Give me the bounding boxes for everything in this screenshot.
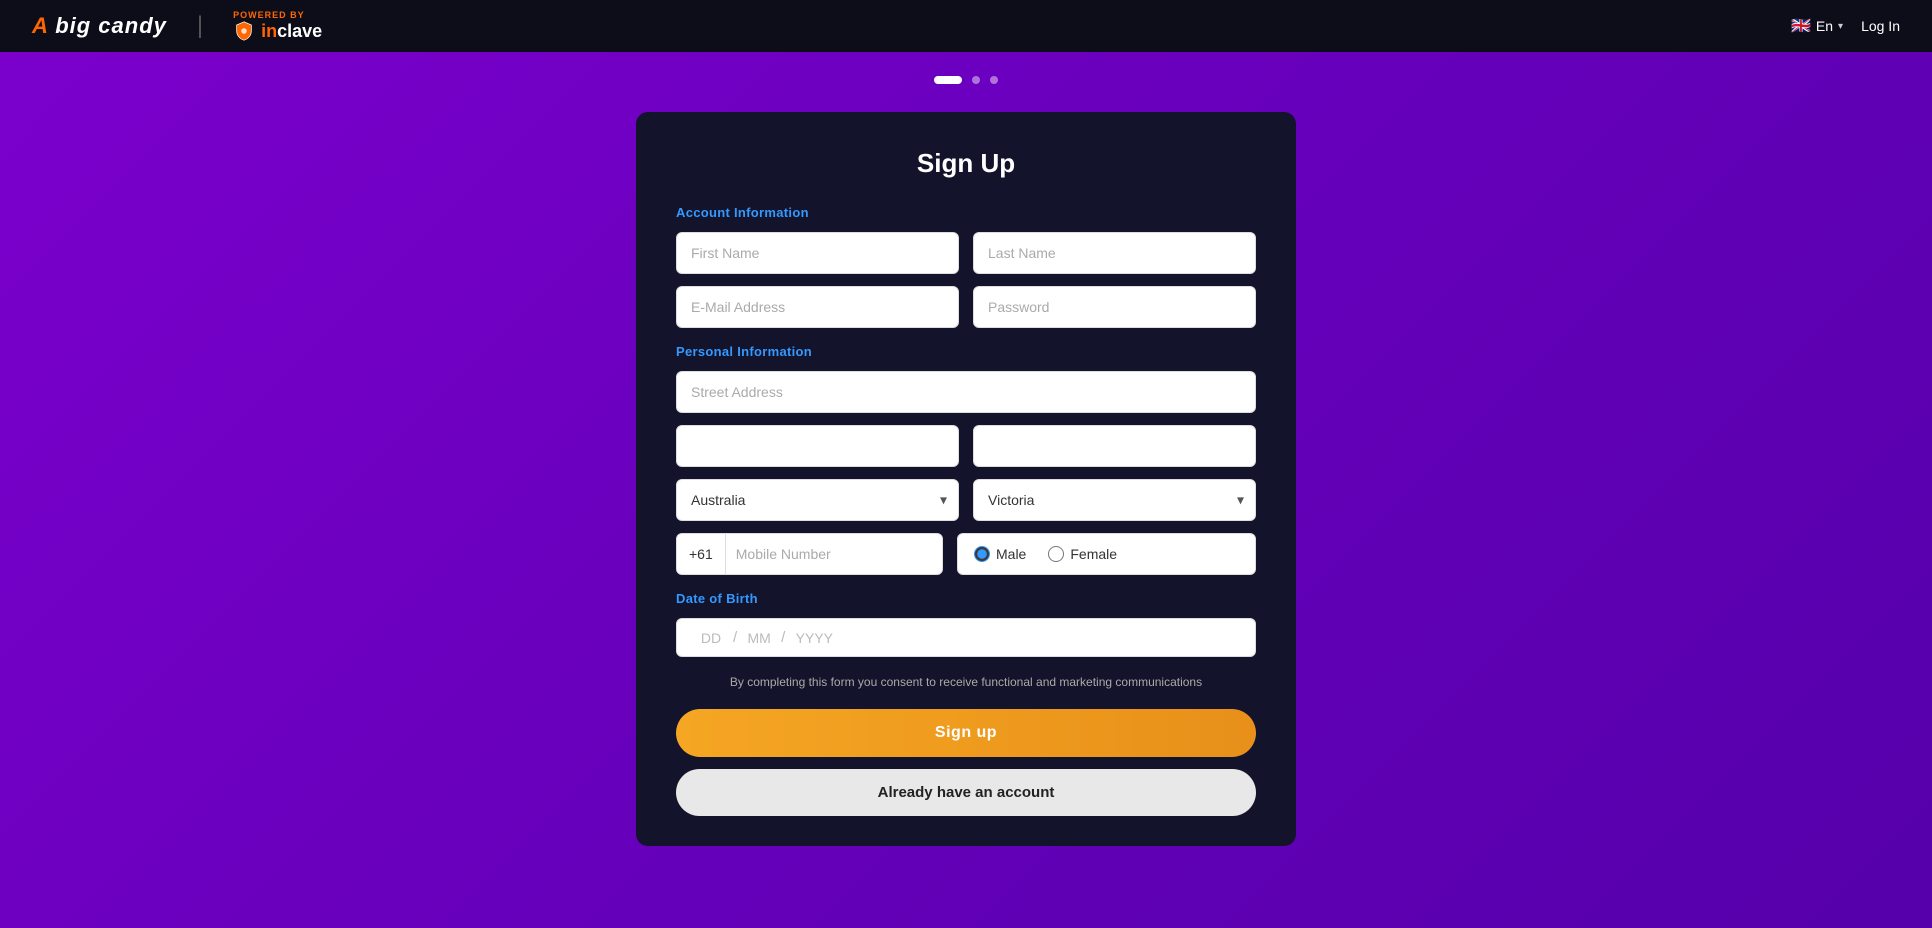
- navbar-right: 🇬🇧 En ▾ Log In: [1791, 16, 1900, 36]
- dob-label: Date of Birth: [676, 591, 1256, 606]
- personal-info-section: Personal Information Melbourne 3207 Aust…: [676, 344, 1256, 575]
- brand-logo: A big candy: [32, 13, 167, 39]
- inclave-text: inclave: [261, 21, 322, 42]
- stepper: [934, 76, 998, 84]
- lang-chevron-icon: ▾: [1838, 21, 1843, 32]
- email-input[interactable]: [676, 286, 959, 328]
- signup-button[interactable]: Sign up: [676, 709, 1256, 757]
- inclave-brand: inclave: [233, 20, 322, 42]
- powered-by: Powered by inclave: [233, 10, 322, 42]
- name-row: [676, 232, 1256, 274]
- postcode-input[interactable]: 3207: [973, 425, 1256, 467]
- brand-name: A big candy: [32, 13, 167, 39]
- main-content: Sign Up Account Information Personal Inf…: [0, 52, 1932, 928]
- gender-female-radio[interactable]: [1048, 546, 1064, 562]
- country-wrapper: Australia New Zealand United Kingdom Uni…: [676, 479, 959, 521]
- nav-divider: |: [197, 12, 203, 40]
- city-postcode-row: Melbourne 3207: [676, 425, 1256, 467]
- last-name-input[interactable]: [973, 232, 1256, 274]
- dob-year-input[interactable]: [789, 630, 839, 646]
- dob-wrapper: / /: [676, 618, 1256, 657]
- state-wrapper: Victoria New South Wales Queensland West…: [973, 479, 1256, 521]
- navbar: A big candy | Powered by inclave 🇬🇧 En: [0, 0, 1932, 52]
- state-select[interactable]: Victoria New South Wales Queensland West…: [973, 479, 1256, 521]
- form-title: Sign Up: [676, 148, 1256, 179]
- dob-sep-1: /: [733, 629, 737, 646]
- inclave-shield-icon: [233, 20, 255, 42]
- gender-female-text: Female: [1070, 546, 1117, 562]
- dob-sep-2: /: [781, 629, 785, 646]
- city-input[interactable]: Melbourne: [676, 425, 959, 467]
- dob-section: Date of Birth / /: [676, 591, 1256, 657]
- gender-group: Male Female: [957, 533, 1256, 575]
- dob-day-input[interactable]: [693, 630, 729, 646]
- step-dot-2: [972, 76, 980, 84]
- powered-by-label: Powered by: [233, 10, 305, 20]
- account-info-section: Account Information: [676, 205, 1256, 328]
- account-info-label: Account Information: [676, 205, 1256, 220]
- personal-info-label: Personal Information: [676, 344, 1256, 359]
- phone-prefix: +61: [677, 534, 726, 574]
- phone-gender-row: +61 Male Female: [676, 533, 1256, 575]
- step-dot-1: [934, 76, 962, 84]
- lang-label: En: [1816, 18, 1833, 34]
- signup-form-card: Sign Up Account Information Personal Inf…: [636, 112, 1296, 846]
- language-selector[interactable]: 🇬🇧 En ▾: [1791, 16, 1843, 36]
- gender-male-radio[interactable]: [974, 546, 990, 562]
- country-state-row: Australia New Zealand United Kingdom Uni…: [676, 479, 1256, 521]
- street-address-input[interactable]: [676, 371, 1256, 413]
- flag-icon: 🇬🇧: [1791, 16, 1811, 36]
- gender-female-label[interactable]: Female: [1048, 546, 1117, 562]
- phone-input[interactable]: [726, 534, 942, 574]
- phone-wrapper: +61: [676, 533, 943, 575]
- consent-text: By completing this form you consent to r…: [676, 673, 1256, 691]
- dob-month-input[interactable]: [741, 630, 777, 646]
- email-password-row: [676, 286, 1256, 328]
- have-account-button[interactable]: Already have an account: [676, 769, 1256, 816]
- first-name-input[interactable]: [676, 232, 959, 274]
- step-dot-3: [990, 76, 998, 84]
- country-select[interactable]: Australia New Zealand United Kingdom Uni…: [676, 479, 959, 521]
- password-input[interactable]: [973, 286, 1256, 328]
- gender-male-label[interactable]: Male: [974, 546, 1026, 562]
- navbar-left: A big candy | Powered by inclave: [32, 10, 322, 42]
- login-button[interactable]: Log In: [1861, 18, 1900, 34]
- gender-male-text: Male: [996, 546, 1026, 562]
